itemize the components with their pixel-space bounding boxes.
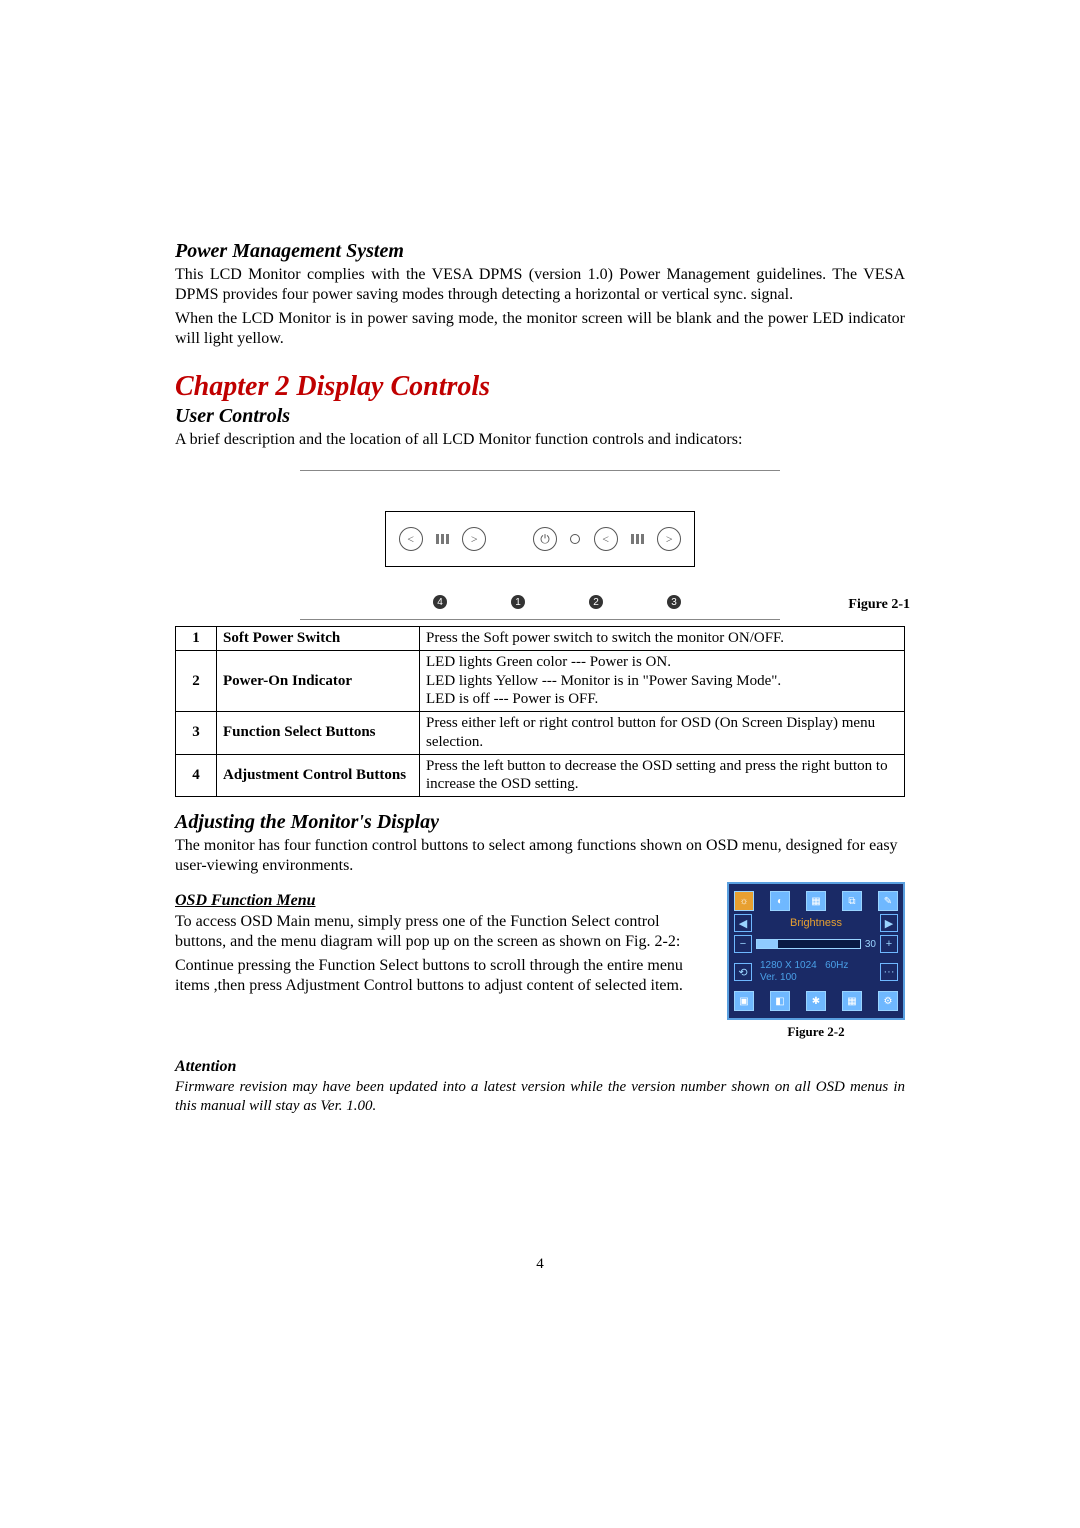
paragraph: The monitor has four function control bu… — [175, 836, 905, 876]
paragraph: When the LCD Monitor is in power saving … — [175, 309, 905, 349]
osd-exit-icon: ⟲ — [734, 963, 752, 981]
heading-user-controls: User Controls — [175, 405, 905, 428]
row-number: 2 — [176, 650, 217, 711]
osd-brightness-icon: ☼ — [734, 891, 754, 911]
osd-bottom-icon: ▣ — [734, 991, 754, 1011]
osd-left-nav-icon: ◀ — [734, 914, 752, 932]
led-indicator-icon — [570, 534, 580, 544]
power-icon: ⏻ — [533, 527, 557, 551]
control-description: LED lights Green color --- Power is ON.L… — [420, 650, 905, 711]
osd-bottom-icon: ✱ — [806, 991, 826, 1011]
heading-adjusting-display: Adjusting the Monitor's Display — [175, 811, 905, 834]
control-description: Press either left or right control butto… — [420, 712, 905, 755]
marker-4: 4 — [433, 595, 447, 609]
heading-osd-function-menu: OSD Function Menu — [175, 892, 707, 910]
osd-bottom-icon: ▦ — [842, 991, 862, 1011]
osd-version: Ver. 100 — [760, 972, 797, 983]
paragraph: To access OSD Main menu, simply press on… — [175, 912, 707, 952]
osd-value: 30 — [865, 939, 876, 950]
paragraph: A brief description and the location of … — [175, 430, 905, 450]
table-row: 2Power-On IndicatorLED lights Green colo… — [176, 650, 905, 711]
monitor-control-panel-diagram: < > ⏻ < > — [385, 511, 695, 567]
row-number: 1 — [176, 627, 217, 651]
marker-2: 2 — [589, 595, 603, 609]
figure-caption: Figure 2-1 — [848, 597, 910, 613]
osd-contrast-icon: ◐ — [770, 891, 790, 911]
figure-markers: 4 1 2 3 — [385, 595, 695, 609]
menu-bars-icon — [436, 534, 449, 544]
attention-paragraph: Firmware revision may have been updated … — [175, 1078, 905, 1116]
osd-right-nav-icon: ▶ — [880, 914, 898, 932]
row-number: 4 — [176, 754, 217, 797]
control-name: Power-On Indicator — [217, 650, 420, 711]
osd-panel-diagram: ☼ ◐ ▦ ⧉ ✎ ◀ Brightness ▶ − — [727, 882, 905, 1020]
controls-table: 1Soft Power SwitchPress the Soft power s… — [175, 626, 905, 797]
osd-refresh: 60Hz — [825, 960, 848, 971]
control-name: Function Select Buttons — [217, 712, 420, 755]
table-row: 3Function Select ButtonsPress either lef… — [176, 712, 905, 755]
heading-chapter-2: Chapter 2 Display Controls — [175, 371, 905, 403]
osd-setting-label: Brightness — [756, 917, 876, 929]
marker-1: 1 — [511, 595, 525, 609]
menu-bars-icon — [631, 534, 644, 544]
figure-2-1: < > ⏻ < > 4 1 2 3 Figure 2-1 — [175, 470, 905, 620]
osd-resolution: 1280 X 1024 — [760, 960, 817, 971]
control-name: Soft Power Switch — [217, 627, 420, 651]
heading-power-management: Power Management System — [175, 240, 905, 263]
figure-caption: Figure 2-2 — [727, 1024, 905, 1040]
table-row: 4Adjustment Control ButtonsPress the lef… — [176, 754, 905, 797]
osd-plus-icon: + — [880, 935, 898, 953]
osd-color-icon: ▦ — [806, 891, 826, 911]
osd-tools-icon: ✎ — [878, 891, 898, 911]
marker-3: 3 — [667, 595, 681, 609]
left-arrow-icon: < — [594, 527, 618, 551]
row-number: 3 — [176, 712, 217, 755]
control-description: Press the left button to decrease the OS… — [420, 754, 905, 797]
osd-position-icon: ⧉ — [842, 891, 862, 911]
osd-nav-icon: ··· — [880, 963, 898, 981]
right-arrow-icon: > — [462, 527, 486, 551]
figure-2-2: ☼ ◐ ▦ ⧉ ✎ ◀ Brightness ▶ − — [727, 882, 905, 1040]
document-page: - Power Management System This LCD Monit… — [0, 0, 1080, 1273]
left-arrow-icon: < — [399, 527, 423, 551]
paragraph: This LCD Monitor complies with the VESA … — [175, 265, 905, 305]
osd-minus-icon: − — [734, 935, 752, 953]
osd-bottom-icon: ◧ — [770, 991, 790, 1011]
right-arrow-icon: > — [657, 527, 681, 551]
page-number: 4 — [175, 1256, 905, 1273]
heading-attention: Attention — [175, 1058, 905, 1076]
control-name: Adjustment Control Buttons — [217, 754, 420, 797]
paragraph: Continue pressing the Function Select bu… — [175, 956, 707, 996]
control-description: Press the Soft power switch to switch th… — [420, 627, 905, 651]
table-row: 1Soft Power SwitchPress the Soft power s… — [176, 627, 905, 651]
osd-bottom-icon: ⚙ — [878, 991, 898, 1011]
